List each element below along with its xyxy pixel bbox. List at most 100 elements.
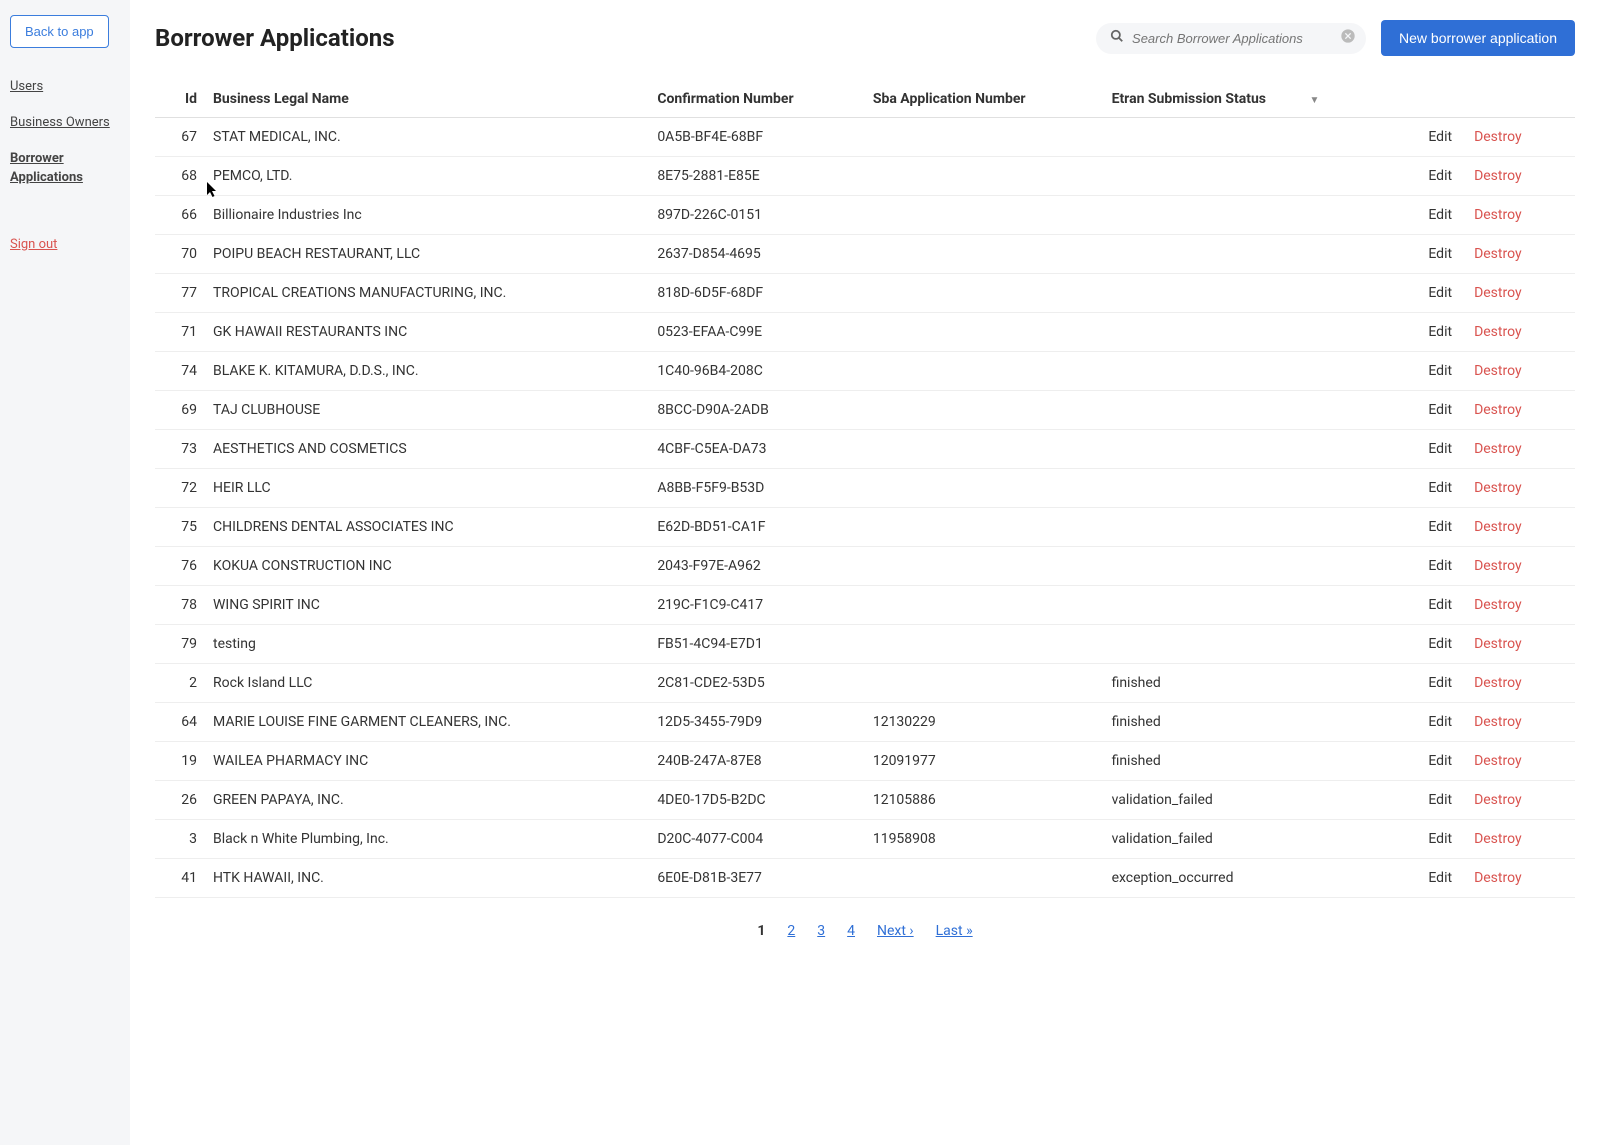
- destroy-link[interactable]: Destroy: [1474, 207, 1522, 223]
- edit-link[interactable]: Edit: [1428, 129, 1452, 145]
- pagination-page-4[interactable]: 4: [847, 923, 855, 939]
- cell-sba: [865, 586, 1104, 625]
- edit-link[interactable]: Edit: [1428, 480, 1452, 496]
- destroy-link[interactable]: Destroy: [1474, 363, 1522, 379]
- cell-confirmation: 2043-F97E-A962: [649, 547, 865, 586]
- cell-business-name: MARIE LOUISE FINE GARMENT CLEANERS, INC.: [205, 703, 649, 742]
- column-header-business-name[interactable]: Business Legal Name: [205, 81, 649, 118]
- edit-link[interactable]: Edit: [1428, 558, 1452, 574]
- table-row: 64MARIE LOUISE FINE GARMENT CLEANERS, IN…: [155, 703, 1575, 742]
- new-borrower-application-button[interactable]: New borrower application: [1381, 20, 1575, 56]
- table-row: 74BLAKE K. KITAMURA, D.D.S., INC.1C40-96…: [155, 352, 1575, 391]
- cell-id: 78: [155, 586, 205, 625]
- cell-confirmation: FB51-4C94-E7D1: [649, 625, 865, 664]
- edit-link[interactable]: Edit: [1428, 441, 1452, 457]
- column-header-id[interactable]: Id: [155, 81, 205, 118]
- cell-actions: Edit Destroy: [1420, 313, 1575, 352]
- destroy-link[interactable]: Destroy: [1474, 324, 1522, 340]
- back-to-app-button[interactable]: Back to app: [10, 15, 109, 48]
- cell-actions: Edit Destroy: [1420, 274, 1575, 313]
- cell-business-name: CHILDRENS DENTAL ASSOCIATES INC: [205, 508, 649, 547]
- destroy-link[interactable]: Destroy: [1474, 246, 1522, 262]
- edit-link[interactable]: Edit: [1428, 519, 1452, 535]
- destroy-link[interactable]: Destroy: [1474, 285, 1522, 301]
- edit-link[interactable]: Edit: [1428, 285, 1452, 301]
- cell-id: 71: [155, 313, 205, 352]
- clear-search-icon[interactable]: [1340, 28, 1356, 48]
- table-row: 78WING SPIRIT INC219C-F1C9-C417EditDestr…: [155, 586, 1575, 625]
- table-row: 69TAJ CLUBHOUSE8BCC-D90A-2ADBEditDestroy: [155, 391, 1575, 430]
- sidebar-item-users[interactable]: Users: [10, 78, 120, 96]
- edit-link[interactable]: Edit: [1428, 870, 1452, 886]
- destroy-link[interactable]: Destroy: [1474, 636, 1522, 652]
- cell-business-name: Billionaire Industries Inc: [205, 196, 649, 235]
- cell-id: 72: [155, 469, 205, 508]
- pagination-page-2[interactable]: 2: [787, 923, 795, 939]
- cell-etran: [1104, 586, 1421, 625]
- edit-link[interactable]: Edit: [1428, 714, 1452, 730]
- cell-etran: [1104, 157, 1421, 196]
- cell-id: 2: [155, 664, 205, 703]
- edit-link[interactable]: Edit: [1428, 207, 1452, 223]
- cell-etran: [1104, 547, 1421, 586]
- cell-id: 69: [155, 391, 205, 430]
- sidebar-item-borrower-applications[interactable]: Borrower Applications: [10, 150, 120, 186]
- cell-confirmation: 2C81-CDE2-53D5: [649, 664, 865, 703]
- cell-etran: validation_failed: [1104, 820, 1421, 859]
- search-input[interactable]: [1132, 31, 1330, 46]
- cell-actions: Edit Destroy: [1420, 352, 1575, 391]
- column-header-etran[interactable]: Etran Submission Status ▼: [1104, 81, 1421, 118]
- cell-etran: finished: [1104, 664, 1421, 703]
- sidebar-item-business-owners[interactable]: Business Owners: [10, 114, 120, 132]
- pagination-next[interactable]: Next ›: [877, 923, 914, 939]
- cell-id: 66: [155, 196, 205, 235]
- edit-link[interactable]: Edit: [1428, 324, 1452, 340]
- column-header-confirmation[interactable]: Confirmation Number: [649, 81, 865, 118]
- destroy-link[interactable]: Destroy: [1474, 129, 1522, 145]
- cell-confirmation: D20C-4077-C004: [649, 820, 865, 859]
- edit-link[interactable]: Edit: [1428, 246, 1452, 262]
- cell-etran: [1104, 274, 1421, 313]
- cell-confirmation: 6E0E-D81B-3E77: [649, 859, 865, 898]
- cell-actions: Edit Destroy: [1420, 820, 1575, 859]
- destroy-link[interactable]: Destroy: [1474, 792, 1522, 808]
- destroy-link[interactable]: Destroy: [1474, 675, 1522, 691]
- cell-actions: Edit Destroy: [1420, 586, 1575, 625]
- edit-link[interactable]: Edit: [1428, 636, 1452, 652]
- destroy-link[interactable]: Destroy: [1474, 597, 1522, 613]
- destroy-link[interactable]: Destroy: [1474, 714, 1522, 730]
- edit-link[interactable]: Edit: [1428, 168, 1452, 184]
- destroy-link[interactable]: Destroy: [1474, 519, 1522, 535]
- column-header-sba[interactable]: Sba Application Number: [865, 81, 1104, 118]
- cell-sba: [865, 274, 1104, 313]
- edit-link[interactable]: Edit: [1428, 363, 1452, 379]
- pagination-last[interactable]: Last »: [936, 923, 973, 939]
- edit-link[interactable]: Edit: [1428, 831, 1452, 847]
- edit-link[interactable]: Edit: [1428, 753, 1452, 769]
- destroy-link[interactable]: Destroy: [1474, 402, 1522, 418]
- table-row: 75CHILDRENS DENTAL ASSOCIATES INCE62D-BD…: [155, 508, 1575, 547]
- destroy-link[interactable]: Destroy: [1474, 831, 1522, 847]
- edit-link[interactable]: Edit: [1428, 597, 1452, 613]
- edit-link[interactable]: Edit: [1428, 792, 1452, 808]
- destroy-link[interactable]: Destroy: [1474, 558, 1522, 574]
- cell-id: 67: [155, 118, 205, 157]
- cell-actions: Edit Destroy: [1420, 118, 1575, 157]
- edit-link[interactable]: Edit: [1428, 402, 1452, 418]
- cell-actions: Edit Destroy: [1420, 235, 1575, 274]
- cell-confirmation: 1C40-96B4-208C: [649, 352, 865, 391]
- table-row: 77TROPICAL CREATIONS MANUFACTURING, INC.…: [155, 274, 1575, 313]
- cell-sba: [865, 625, 1104, 664]
- destroy-link[interactable]: Destroy: [1474, 441, 1522, 457]
- cell-business-name: WING SPIRIT INC: [205, 586, 649, 625]
- destroy-link[interactable]: Destroy: [1474, 870, 1522, 886]
- cell-business-name: AESTHETICS AND COSMETICS: [205, 430, 649, 469]
- sign-out-link[interactable]: Sign out: [10, 237, 120, 252]
- destroy-link[interactable]: Destroy: [1474, 168, 1522, 184]
- table-row: 3Black n White Plumbing, Inc.D20C-4077-C…: [155, 820, 1575, 859]
- destroy-link[interactable]: Destroy: [1474, 753, 1522, 769]
- pagination-page-3[interactable]: 3: [817, 923, 825, 939]
- cell-confirmation: 897D-226C-0151: [649, 196, 865, 235]
- destroy-link[interactable]: Destroy: [1474, 480, 1522, 496]
- edit-link[interactable]: Edit: [1428, 675, 1452, 691]
